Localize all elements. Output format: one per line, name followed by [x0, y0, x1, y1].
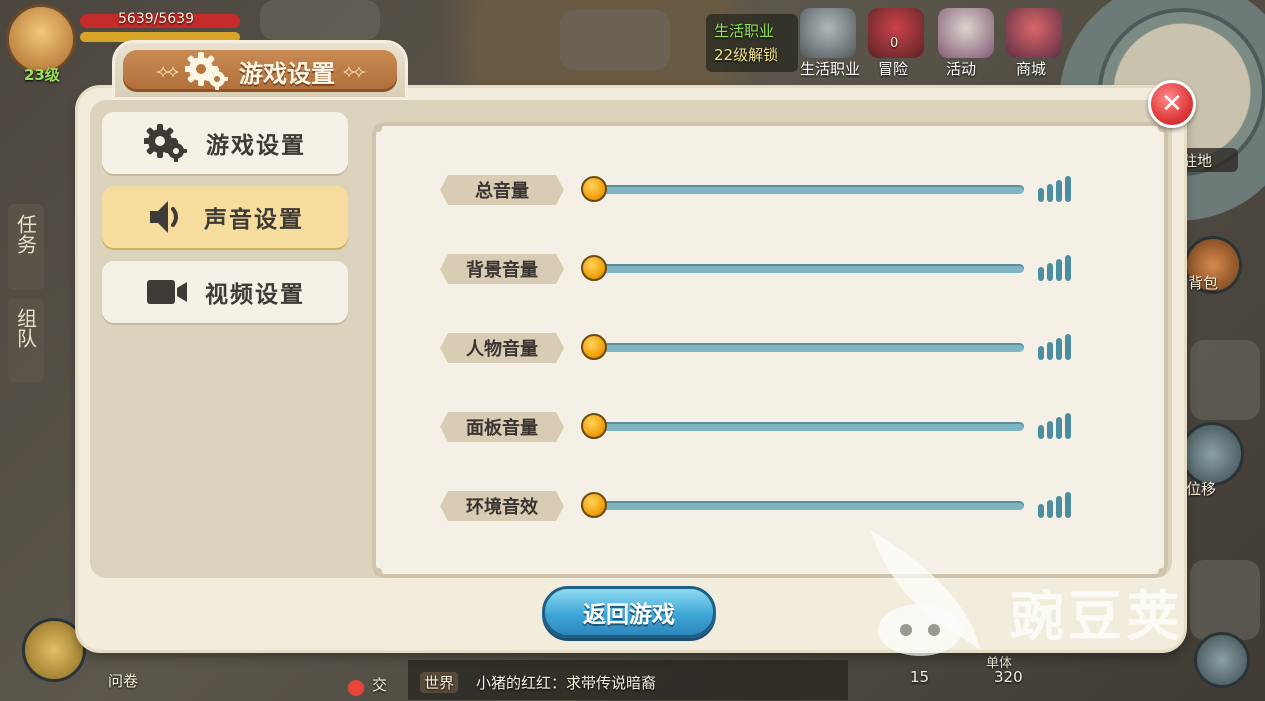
slider-knob[interactable]	[581, 334, 607, 360]
corner-dot	[1158, 568, 1166, 576]
sound-settings-panel: 总音量背景音量人物音量面板音量环境音效	[372, 122, 1168, 578]
slider-knob[interactable]	[581, 255, 607, 281]
home-label: 驻地	[1182, 152, 1213, 170]
stone-tile	[1190, 560, 1260, 640]
gift-icon[interactable]	[938, 8, 994, 58]
tab-label: 声音设置	[204, 207, 304, 233]
volume-level-icon	[1038, 492, 1072, 518]
adventure-badge: 0	[890, 36, 899, 51]
gear-icon	[185, 52, 228, 90]
top-menu-label: 冒险	[878, 60, 909, 78]
counter-a: 15	[910, 668, 930, 686]
gear-icon	[144, 124, 187, 162]
stone-tile	[560, 10, 670, 70]
chat-channel: 世界	[420, 672, 459, 693]
team-tab-label: 组队	[13, 308, 38, 348]
slider-label: 总音量	[440, 175, 564, 205]
slider-label: 面板音量	[440, 412, 564, 442]
corner-dot	[374, 568, 382, 576]
slider-track[interactable]	[594, 422, 1024, 431]
social-label: 交	[372, 676, 388, 694]
ornament-left-icon: ⟢⟡	[155, 60, 179, 82]
volume-level-icon	[1038, 334, 1072, 360]
volume-slider-row: 人物音量	[440, 328, 1080, 368]
player-level: 23级	[24, 66, 60, 84]
target-icon[interactable]	[1194, 632, 1250, 688]
quest-tab-label: 任务	[13, 214, 38, 254]
stone-tile	[260, 0, 380, 40]
shortcut-icon[interactable]	[22, 618, 86, 682]
corner-dot	[374, 124, 382, 132]
tab-label: 游戏设置	[206, 133, 306, 159]
slider-label: 背景音量	[440, 254, 564, 284]
life-job-panel[interactable]: 生活职业 22级解锁	[706, 14, 798, 72]
top-menu-label: 商城	[1016, 60, 1047, 78]
settings-dialog: 游戏设置 声音设置 视频设置 总音量 背景音量 人物音量 面板音量 环境音效	[78, 88, 1184, 650]
slider-track[interactable]	[594, 343, 1024, 352]
return-to-game-button[interactable]: 返回游戏	[542, 586, 716, 638]
volume-level-icon	[1038, 413, 1072, 439]
chat-bar[interactable]: 世界 小猪的红红：求带传说暗裔	[408, 660, 848, 700]
speaker-icon	[150, 201, 178, 233]
volume-level-icon	[1038, 255, 1072, 281]
slider-knob[interactable]	[581, 176, 607, 202]
gem-icon[interactable]	[1006, 8, 1062, 58]
chat-message: 小猪的红红：求带传说暗裔	[476, 674, 657, 692]
home-chip[interactable]: 驻地	[1176, 148, 1238, 172]
life-job-unlock: 22级解锁	[714, 46, 779, 64]
slider-knob[interactable]	[581, 413, 607, 439]
slider-track[interactable]	[594, 185, 1024, 194]
dialog-title-tab: ⟢⟡ 游戏设置 ⟡⟣	[112, 40, 408, 100]
volume-slider-row: 总音量	[440, 170, 1080, 210]
stone-tile	[1190, 340, 1260, 420]
tab-game-settings[interactable]: 游戏设置	[102, 112, 348, 174]
counter-b: 320	[994, 668, 1023, 686]
team-tab[interactable]: 组队	[8, 298, 44, 382]
tab-video-settings[interactable]: 视频设置	[102, 261, 348, 323]
slider-track[interactable]	[594, 501, 1024, 510]
top-menu-label: 生活职业	[800, 60, 861, 78]
notification-dot	[348, 680, 364, 696]
slider-label: 人物音量	[440, 333, 564, 363]
anvil-icon[interactable]	[800, 8, 856, 58]
dialog-title-banner: ⟢⟡ 游戏设置 ⟡⟣	[123, 50, 397, 92]
top-menu-label: 活动	[946, 60, 977, 78]
tab-label: 视频设置	[205, 282, 305, 308]
volume-slider-row: 环境音效	[440, 486, 1080, 526]
volume-level-icon	[1038, 176, 1072, 202]
volume-slider-row: 背景音量	[440, 249, 1080, 289]
dialog-body: 游戏设置 声音设置 视频设置 总音量 背景音量 人物音量 面板音量 环境音效	[90, 100, 1172, 578]
survey-label: 问卷	[108, 672, 139, 690]
close-icon: ✕	[1161, 89, 1183, 119]
slider-track[interactable]	[594, 264, 1024, 273]
volume-slider-row: 面板音量	[440, 407, 1080, 447]
slider-knob[interactable]	[581, 492, 607, 518]
slider-label: 环境音效	[440, 491, 564, 521]
dialog-title: 游戏设置	[239, 59, 335, 88]
tab-sound-settings[interactable]: 声音设置	[102, 186, 348, 248]
bag-label: 背包	[1188, 274, 1219, 292]
dodge-icon[interactable]	[1180, 422, 1244, 486]
hp-text: 5639/5639	[118, 11, 194, 27]
close-button[interactable]: ✕	[1148, 80, 1196, 128]
life-job-title: 生活职业	[714, 22, 775, 40]
video-camera-icon	[147, 280, 187, 304]
ornament-right-icon: ⟡⟣	[343, 60, 366, 82]
move-label: 位移	[1186, 480, 1217, 498]
quest-tab[interactable]: 任务	[8, 204, 44, 290]
